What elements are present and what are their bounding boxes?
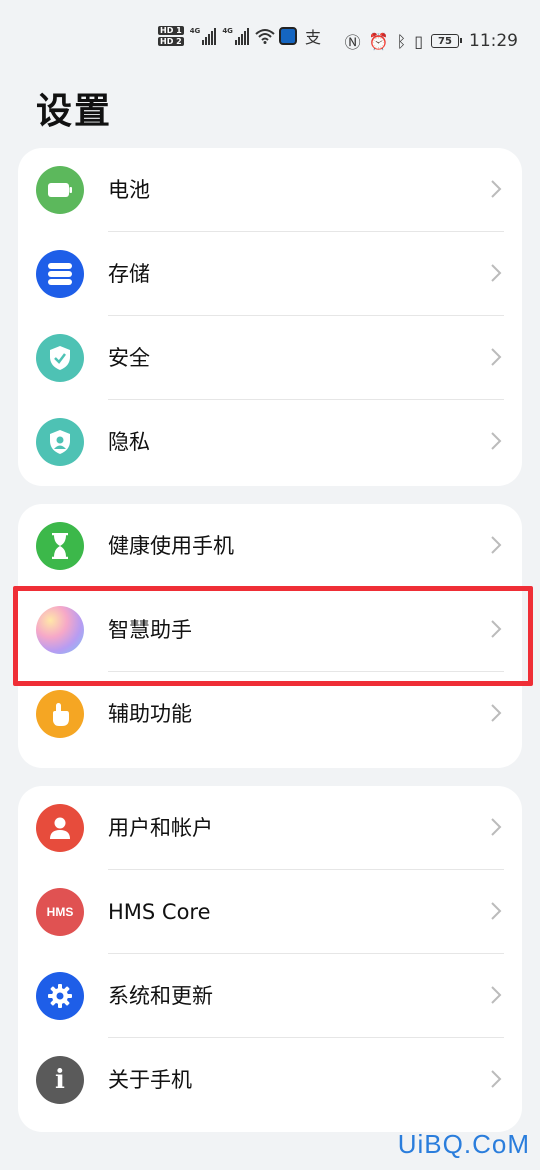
alipay-icon: 支	[304, 28, 321, 47]
settings-item-label: 安全	[108, 346, 150, 370]
app-notification-icon	[278, 27, 297, 45]
settings-item-label: 辅助功能	[108, 702, 192, 726]
hand-icon	[36, 690, 84, 738]
signal-2-icon: 4G	[222, 27, 249, 45]
status-bar-right: Ⓝ ⏰ ᛒ ▯ 75 11:29	[345, 29, 518, 53]
alarm-icon: ⏰	[368, 31, 389, 51]
settings-group-3: 用户和帐户 HMS HMS Core 系统和更新 i 关于手机	[18, 786, 522, 1132]
clock: 11:29	[469, 31, 518, 51]
assistant-icon	[36, 606, 84, 654]
settings-item-label: 存储	[108, 262, 150, 286]
settings-group-1: 电池 存储 安全 隐私	[18, 148, 522, 486]
settings-item-users-accounts[interactable]: 用户和帐户	[18, 786, 522, 870]
info-icon: i	[36, 1056, 84, 1104]
sim2-badge: HD 2	[158, 37, 184, 46]
bluetooth-icon: ᛒ	[396, 31, 407, 51]
settings-item-label: 健康使用手机	[108, 534, 234, 558]
sim-indicators: HD 1 HD 2	[158, 26, 184, 46]
chevron-right-icon	[491, 704, 502, 722]
gear-icon	[36, 972, 84, 1020]
network-type-2: 4G	[222, 27, 233, 35]
status-bar: HD 1 HD 2 4G 4G 支 Ⓝ ⏰ ᛒ ▯ 75 11:29	[0, 0, 540, 80]
wifi-icon	[255, 29, 275, 44]
signal-1-icon: 4G	[190, 27, 217, 45]
hms-icon: HMS	[36, 888, 84, 936]
settings-item-label: 关于手机	[108, 1068, 192, 1092]
settings-item-storage[interactable]: 存储	[18, 232, 522, 316]
page-title: 设置	[36, 91, 113, 132]
chevron-right-icon	[491, 818, 502, 836]
chevron-right-icon	[491, 536, 502, 554]
chevron-right-icon	[491, 902, 502, 920]
settings-item-label: 用户和帐户	[108, 816, 213, 840]
settings-group-2: 健康使用手机 智慧助手 辅助功能	[18, 504, 522, 768]
watermark: UiBQ.CoM	[397, 1129, 530, 1159]
chevron-right-icon	[491, 986, 502, 1004]
status-bar-left: HD 1 HD 2 4G 4G 支	[158, 24, 321, 48]
chevron-right-icon	[491, 620, 502, 638]
settings-item-smart-assistant[interactable]: 智慧助手	[18, 588, 522, 672]
settings-item-label: HMS Core	[108, 900, 211, 924]
settings-item-privacy[interactable]: 隐私	[18, 400, 522, 484]
battery-icon	[36, 166, 84, 214]
battery-level: 75	[438, 35, 452, 47]
privacy-icon	[36, 418, 84, 466]
settings-item-digital-balance[interactable]: 健康使用手机	[18, 504, 522, 588]
chevron-right-icon	[491, 348, 502, 366]
settings-item-accessibility[interactable]: 辅助功能	[18, 672, 522, 756]
settings-item-about-phone[interactable]: i 关于手机	[18, 1038, 522, 1122]
user-icon	[36, 804, 84, 852]
network-type-1: 4G	[189, 27, 201, 35]
chevron-right-icon	[491, 1070, 502, 1088]
settings-item-battery[interactable]: 电池	[18, 148, 522, 232]
chevron-right-icon	[491, 432, 502, 450]
chevron-right-icon	[491, 264, 502, 282]
settings-item-system-update[interactable]: 系统和更新	[18, 954, 522, 1038]
settings-item-label: 隐私	[108, 430, 150, 454]
shield-icon	[36, 334, 84, 382]
chevron-right-icon	[491, 180, 502, 198]
settings-item-hms-core[interactable]: HMS HMS Core	[18, 870, 522, 954]
nfc-icon: Ⓝ	[344, 33, 361, 52]
sim1-badge: HD 1	[158, 26, 184, 35]
battery-indicator: 75	[431, 34, 462, 48]
vibrate-icon: ▯	[414, 31, 423, 51]
settings-item-security[interactable]: 安全	[18, 316, 522, 400]
settings-item-label: 电池	[108, 178, 150, 202]
hourglass-icon	[36, 522, 84, 570]
settings-item-label: 系统和更新	[108, 984, 213, 1008]
settings-item-label: 智慧助手	[108, 618, 192, 642]
storage-icon	[36, 250, 84, 298]
